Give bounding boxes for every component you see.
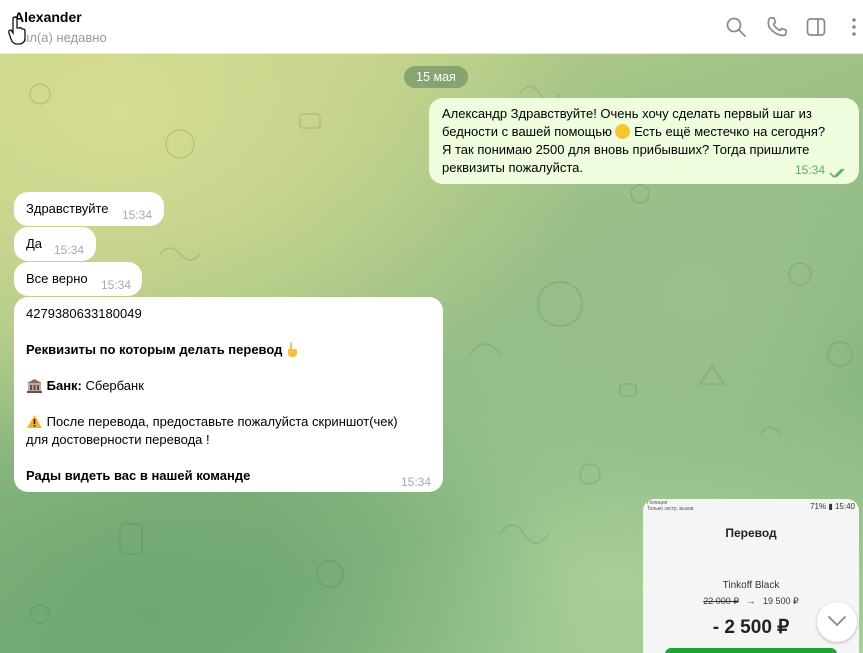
more-vertical-icon[interactable] (842, 15, 863, 39)
card-name: Tinkoff Black (722, 580, 780, 591)
message-text: Да (26, 236, 43, 251)
chat-area: 15 мая Александр Здравствуйте! Очень хоч… (0, 54, 863, 653)
requisites-message[interactable]: 4279380633180049 Реквизиты по которым де… (14, 297, 443, 492)
bank-emoji-icon (27, 379, 42, 393)
smiling-face-emoji-icon (615, 124, 631, 139)
requisites-title: Реквизиты по которым делать перевод (26, 341, 298, 359)
status-left-text: Полиция Только экстр. вызов (647, 500, 694, 512)
green-button (665, 648, 837, 653)
message-line: реквизиты пожалуйста. (442, 160, 583, 175)
sidebar-toggle-icon[interactable] (804, 15, 828, 39)
double-check-icon (829, 168, 845, 179)
scroll-to-bottom-button[interactable] (817, 602, 857, 642)
warning-line: После перевода, предоставьте пожалуйста … (26, 413, 398, 431)
message-line: Александр Здравствуйте! Очень хочу сдела… (442, 106, 812, 121)
message-time: 15:34 (401, 475, 432, 489)
message-time: 15:34 (101, 278, 132, 292)
outgoing-message[interactable]: Александр Здравствуйте! Очень хочу сдела… (429, 98, 859, 184)
message-time: 15:34 (54, 243, 85, 257)
chevron-down-icon (828, 616, 846, 626)
date-separator: 15 мая (404, 66, 468, 88)
message-text: Все верно (26, 271, 88, 286)
warning-emoji-icon (27, 415, 42, 428)
message-time: 15:34 (794, 163, 825, 177)
phone-icon[interactable] (765, 15, 789, 39)
account-number: 4279380633180049 (26, 306, 142, 321)
search-icon[interactable] (724, 15, 748, 39)
chat-header: Alexander ыл(а) недавно (0, 0, 863, 54)
contact-status: ыл(а) недавно (20, 30, 107, 45)
status-right-text: 71% ▮ 15:40 (810, 502, 855, 511)
bank-line: Банк: Сбербанк (26, 377, 144, 395)
message-time: 15:34 (122, 208, 153, 222)
phone-status-bar: Полиция Только экстр. вызов 71% ▮ 15:40 (643, 499, 859, 515)
closing-line: Рады видеть вас в нашей команде (26, 468, 251, 483)
message-line: бедности с вашей помощью Есть ещё местеч… (442, 124, 826, 139)
hand-cursor-icon (8, 16, 26, 45)
pointing-hand-emoji-icon (288, 342, 298, 357)
message-text: Здравствуйте (26, 201, 109, 216)
transfer-title: Перевод (725, 526, 777, 540)
incoming-message[interactable]: Все верно 15:34 (14, 262, 142, 296)
incoming-message[interactable]: Здравствуйте 15:34 (14, 192, 164, 226)
warning-line-2: для достоверности перевода ! (26, 432, 210, 447)
message-line: Я так понимаю 2500 для вновь прибывших? … (442, 142, 810, 157)
incoming-message[interactable]: Да 15:34 (14, 227, 96, 261)
